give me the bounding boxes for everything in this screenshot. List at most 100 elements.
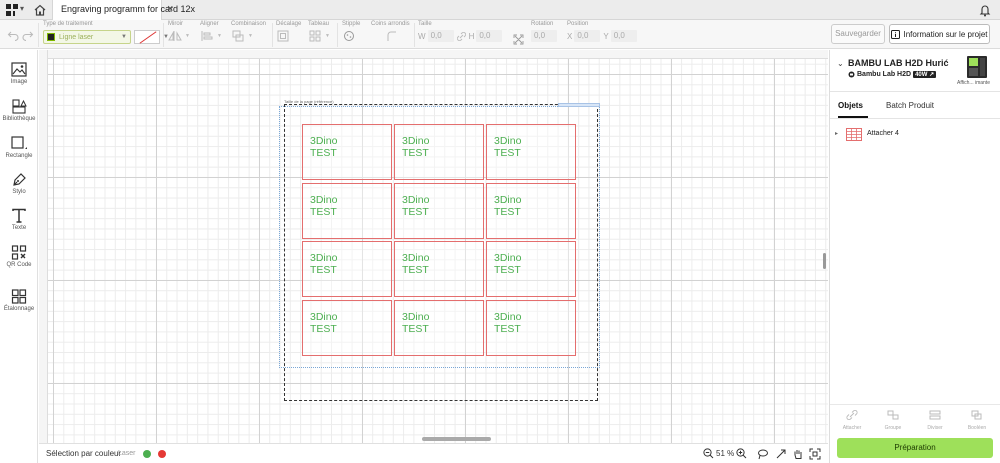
- engraving-card[interactable]: 3Dino TEST: [394, 300, 484, 356]
- x-field[interactable]: X 0,0: [567, 30, 601, 42]
- save-button[interactable]: Sauvegarder: [831, 24, 885, 44]
- array-grid-icon[interactable]: [308, 30, 322, 42]
- engraving-card[interactable]: 3Dino TEST: [394, 183, 484, 239]
- align-icon[interactable]: [200, 30, 214, 42]
- panel-tabs: Objets Batch Produit: [830, 95, 1000, 119]
- combine-group: Combinaison ▼: [231, 21, 266, 42]
- card-text-line-2: TEST: [494, 264, 521, 276]
- bell-icon[interactable]: [979, 3, 991, 17]
- sidebar-item-library[interactable]: Bibliothèque: [0, 99, 38, 122]
- chevron-down-icon[interactable]: ▼: [325, 33, 330, 39]
- corner-label: Coins arrondis: [371, 21, 410, 27]
- offset-icon[interactable]: [276, 30, 290, 42]
- object-actions: Attacher Groupe Diviser Booléen: [830, 404, 1000, 432]
- sidebar-item-text[interactable]: Texte: [0, 208, 38, 231]
- height-field[interactable]: H 0,0: [469, 30, 503, 42]
- sidebar-item-qr-code[interactable]: QR Code: [0, 245, 38, 268]
- rotation-field[interactable]: 0,0: [531, 30, 557, 42]
- boolean-action[interactable]: Booléen: [960, 410, 994, 431]
- chevron-down-icon[interactable]: ⌄: [837, 59, 844, 68]
- chevron-down-icon[interactable]: ▾: [20, 4, 24, 13]
- device-model-row: Bambu Lab H2D 40W ↗: [848, 71, 937, 78]
- chevron-down-icon[interactable]: ▼: [248, 33, 253, 39]
- width-value[interactable]: 0,0: [427, 30, 454, 42]
- color-filter-green[interactable]: [143, 450, 151, 458]
- prepare-button[interactable]: Préparation: [837, 438, 993, 458]
- combine-label: Combinaison: [231, 21, 267, 27]
- height-value[interactable]: 0,0: [476, 30, 503, 42]
- combine-icon[interactable]: [231, 30, 245, 42]
- corner-radius-icon[interactable]: [385, 30, 399, 42]
- printer-thumbnail-icon[interactable]: [957, 54, 997, 82]
- app-logo-icon[interactable]: [6, 4, 18, 16]
- group-action[interactable]: Groupe: [876, 410, 910, 431]
- lasso-icon[interactable]: [757, 448, 769, 460]
- tab-project[interactable]: Engraving programm for card 12x: [52, 0, 195, 20]
- fit-size-icon[interactable]: [513, 34, 524, 45]
- vertical-scrollbar[interactable]: [823, 253, 826, 269]
- hand-icon[interactable]: [792, 448, 804, 460]
- engraving-card[interactable]: 3Dino TEST: [486, 183, 576, 239]
- rounded-corner-group: Coins arrondis: [371, 21, 410, 42]
- home-icon[interactable]: [33, 3, 47, 17]
- design-canvas[interactable]: Taille de la page (référence) 3Dino TEST 3…: [39, 50, 828, 443]
- card-text-line-2: TEST: [494, 147, 521, 159]
- engraving-card[interactable]: 3Dino TEST: [486, 300, 576, 356]
- sidebar-item-pen[interactable]: Stylo: [0, 172, 38, 195]
- zoom-level[interactable]: 51 %: [716, 449, 734, 458]
- title-bar: ▾ Engraving programm for card 12x ×: [0, 0, 1000, 20]
- sidebar-item-label: Texte: [11, 225, 27, 231]
- library-icon: [12, 99, 27, 114]
- sidebar-item-image[interactable]: Image: [0, 62, 38, 85]
- color-selection-label: Sélection par couleur: [46, 449, 122, 458]
- zoom-in-icon[interactable]: [736, 448, 747, 459]
- project-info-button[interactable]: Information sur le projet: [889, 24, 990, 44]
- processing-type-value: Ligne laser: [59, 33, 94, 41]
- tab-batch-product[interactable]: Batch Produit: [886, 101, 934, 110]
- y-field[interactable]: Y 0,0: [603, 30, 637, 42]
- active-tab-indicator: [838, 116, 868, 118]
- split-action[interactable]: Diviser: [918, 410, 952, 431]
- horizontal-scrollbar[interactable]: [422, 437, 491, 441]
- sidebar-item-label: Rectangle: [5, 153, 33, 159]
- link-icon[interactable]: [456, 31, 466, 41]
- device-header[interactable]: ⌄ BAMBU LAB H2D Hurić Bambu Lab H2D 40W …: [830, 50, 1000, 92]
- y-value[interactable]: 0,0: [610, 30, 637, 42]
- card-text-line-2: TEST: [494, 206, 521, 218]
- selection-handle[interactable]: [558, 103, 600, 107]
- engraving-card[interactable]: 3Dino TEST: [302, 124, 392, 180]
- mirror-icon[interactable]: [168, 30, 182, 42]
- engraving-card[interactable]: 3Dino TEST: [302, 183, 392, 239]
- close-icon[interactable]: ×: [167, 3, 173, 15]
- rotation-group: Rotation 0,0: [531, 21, 557, 42]
- processing-type-select[interactable]: Ligne laser ▼: [43, 30, 131, 44]
- line-color-picker[interactable]: [134, 30, 160, 44]
- engraving-card[interactable]: 3Dino TEST: [486, 124, 576, 180]
- fit-view-icon[interactable]: [809, 448, 821, 460]
- engraving-card[interactable]: 3Dino TEST: [394, 124, 484, 180]
- attach-action[interactable]: Attacher: [835, 410, 869, 431]
- chevron-down-icon[interactable]: ▼: [185, 33, 190, 39]
- tab-objects[interactable]: Objets: [838, 101, 863, 110]
- node-edit-icon[interactable]: [775, 448, 787, 460]
- expand-caret-icon[interactable]: ▸: [835, 130, 838, 137]
- sidebar-item-calibration[interactable]: Étalonnage: [0, 289, 38, 312]
- color-filter-red[interactable]: [158, 450, 166, 458]
- undo-icon[interactable]: [7, 29, 19, 41]
- zoom-out-icon[interactable]: [703, 448, 714, 459]
- rotation-value[interactable]: 0,0: [531, 30, 557, 42]
- engraving-card[interactable]: 3Dino TEST: [394, 241, 484, 297]
- sidebar-item-label: QR Code: [6, 262, 32, 268]
- stipple-icon[interactable]: [342, 30, 356, 42]
- object-list-item[interactable]: ▸ Attacher 4: [830, 127, 1000, 143]
- chevron-down-icon[interactable]: ▼: [217, 33, 222, 39]
- toolbar-divider: [38, 23, 39, 47]
- width-field[interactable]: W 0,0: [418, 30, 454, 42]
- sidebar-item-rectangle[interactable]: Rectangle: [0, 136, 38, 159]
- engraving-card[interactable]: 3Dino TEST: [302, 241, 392, 297]
- display-label: Affich... imante: [957, 80, 990, 86]
- engraving-card[interactable]: 3Dino TEST: [486, 241, 576, 297]
- x-value[interactable]: 0,0: [574, 30, 601, 42]
- redo-icon[interactable]: [22, 29, 34, 41]
- engraving-card[interactable]: 3Dino TEST: [302, 300, 392, 356]
